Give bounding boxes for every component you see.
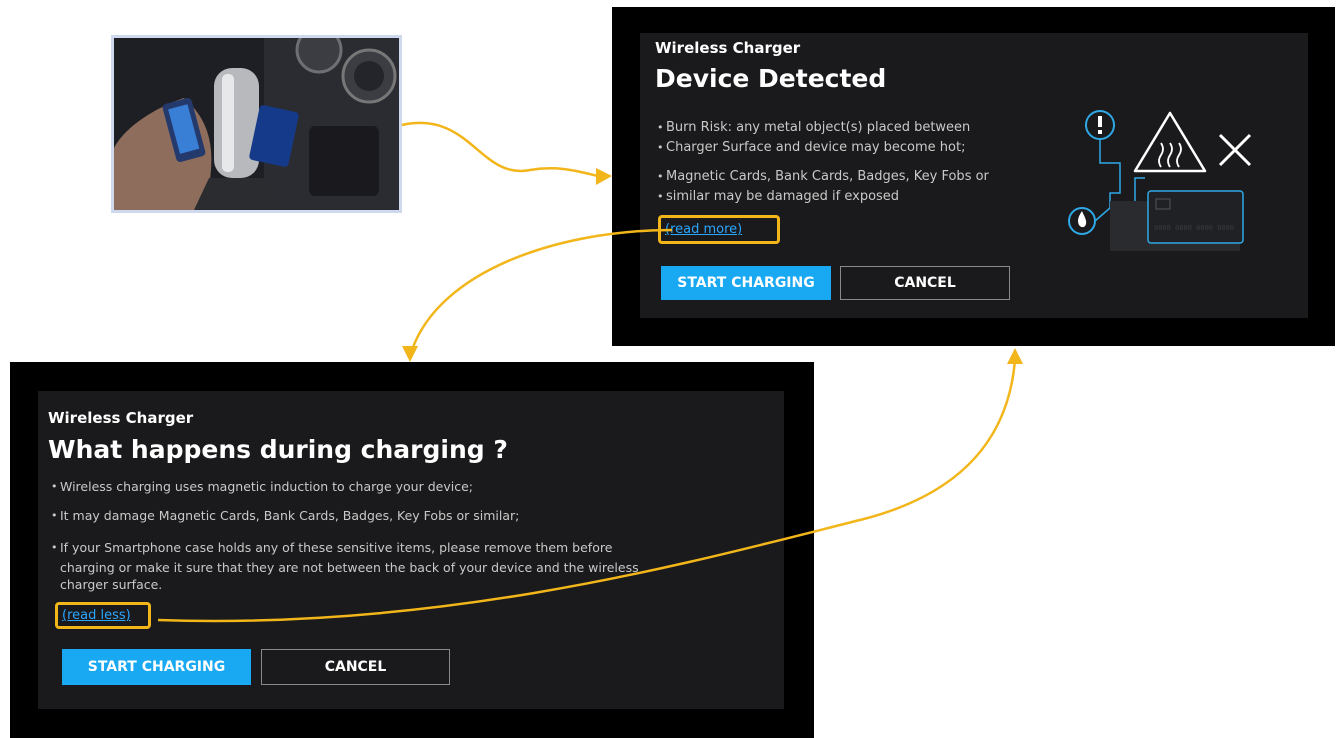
bullet-burn-risk: Burn Risk: any metal object(s) placed be… [657, 118, 970, 138]
arrowhead-icon [402, 346, 418, 362]
charging-info-screen: Wireless Charger What happens during cha… [10, 362, 814, 738]
dialog-title: Device Detected [655, 64, 887, 93]
bullet-magnetic-cards-cont: similar may be damaged if exposed [657, 187, 899, 207]
warning-triangle-heat-icon [1133, 111, 1207, 173]
bullet-damage: It may damage Magnetic Cards, Bank Cards… [51, 506, 519, 526]
dialog-panel: Wireless Charger What happens during cha… [38, 391, 784, 709]
read-less-link[interactable]: (read less) [55, 602, 151, 629]
bullet-burn-risk-cont: Charger Surface and device may become ho… [657, 138, 965, 158]
cancel-button[interactable]: CANCEL [261, 649, 450, 685]
bank-card-icon: 0000 0000 0000 0000 [1147, 190, 1244, 244]
arrowhead-icon [1007, 348, 1023, 364]
start-charging-button[interactable]: START CHARGING [661, 266, 831, 300]
flow-arrow-photo-to-screen1 [401, 121, 599, 178]
read-more-link[interactable]: (read more) [658, 215, 780, 244]
bullet-smartphone-case-end: charger surface. [60, 577, 163, 592]
dialog-kicker: Wireless Charger [655, 39, 801, 57]
bullet-magnetic-cards: Magnetic Cards, Bank Cards, Badges, Key … [657, 167, 989, 187]
cancel-button[interactable]: CANCEL [840, 266, 1010, 300]
exclamation-circle-icon [1085, 110, 1115, 140]
arrowhead-icon [596, 168, 612, 185]
bullet-induction: Wireless charging uses magnetic inductio… [51, 477, 473, 497]
dialog-title: What happens during charging ? [48, 435, 508, 464]
device-detected-screen: Wireless Charger Device Detected Burn Ri… [612, 7, 1335, 346]
svg-text:0000 0000 0000 0000: 0000 0000 0000 0000 [1154, 224, 1234, 232]
warning-illustration: 0000 0000 0000 0000 [1068, 110, 1252, 251]
close-icon [1218, 133, 1252, 167]
car-console-photo [111, 35, 402, 213]
dialog-kicker: Wireless Charger [48, 409, 194, 427]
bullet-smartphone-case: If your Smartphone case holds any of the… [51, 538, 612, 558]
dialog-panel: Wireless Charger Device Detected Burn Ri… [640, 33, 1308, 318]
flame-icon [1068, 207, 1096, 235]
start-charging-button[interactable]: START CHARGING [62, 649, 251, 685]
